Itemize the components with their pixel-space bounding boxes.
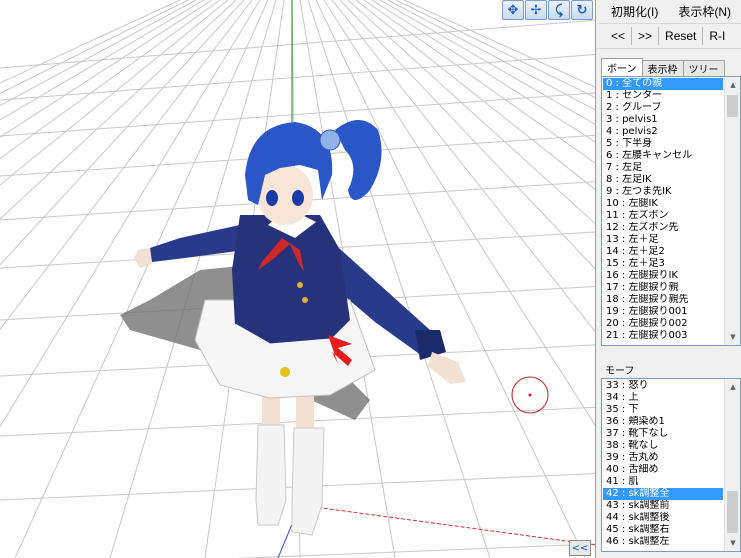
right-hand — [428, 352, 466, 384]
tab-display-frame[interactable]: 表示枠 — [641, 60, 684, 76]
bone-list-item[interactable]: 13 : 左＋足 — [603, 234, 723, 246]
frame-nav-bar: << >> Reset R-I — [597, 23, 741, 49]
left-boot — [255, 424, 287, 526]
right-boot — [291, 427, 325, 536]
scroll-thumb[interactable] — [727, 491, 738, 533]
bone-list-item[interactable]: 12 : 左ズボン先 — [603, 222, 723, 234]
bone-list-scrollbar[interactable]: ▲ ▼ — [724, 77, 740, 345]
tab-bone[interactable]: ボーン — [601, 58, 643, 76]
skirt-emblem — [280, 367, 290, 377]
move-xyz-icon[interactable]: ✥ — [502, 0, 524, 20]
coat-button — [302, 297, 308, 303]
grid-line — [235, 543, 595, 558]
bone-list-item[interactable]: 3 : pelvis1 — [603, 114, 723, 126]
left-eye — [266, 190, 278, 206]
scroll-up-icon[interactable]: ▲ — [725, 379, 740, 395]
menu-initialize[interactable]: 初期化(I) — [611, 3, 658, 20]
morph-list-item[interactable]: 40 : 舌細め — [603, 464, 723, 476]
morph-list-item[interactable]: 42 : sk調整全 — [603, 488, 723, 500]
morph-list-item[interactable]: 46 : sk調整左 — [603, 536, 723, 548]
scroll-down-icon[interactable]: ▼ — [725, 329, 740, 345]
bone-list-item[interactable]: 4 : pelvis2 — [603, 126, 723, 138]
scroll-down-icon[interactable]: ▼ — [725, 535, 740, 551]
bone-list-item[interactable]: 0 : 全ての親 — [603, 78, 723, 90]
bone-list-item[interactable]: 14 : 左＋足2 — [603, 246, 723, 258]
morph-list-item[interactable]: 41 : 肌 — [603, 476, 723, 488]
scroll-up-icon[interactable]: ▲ — [725, 77, 740, 93]
morph-list-item[interactable]: 44 : sk調整後 — [603, 512, 723, 524]
morph-list-item[interactable]: 36 : 頬染め1 — [603, 416, 723, 428]
bone-list-item[interactable]: 8 : 左足IK — [603, 174, 723, 186]
morph-list-item[interactable]: 33 : 怒り — [603, 380, 723, 392]
reset-button[interactable]: Reset — [659, 27, 704, 45]
grid-line — [339, 0, 595, 270]
r-button[interactable]: R-I — [703, 27, 731, 45]
bone-list-item[interactable]: 20 : 左腿捩り002 — [603, 318, 723, 330]
rotate-local-icon[interactable]: ⤹ — [548, 0, 570, 20]
bone-list-item[interactable]: 10 : 左腿IK — [603, 198, 723, 210]
morph-list-item[interactable]: 38 : 靴なし — [603, 440, 723, 452]
coat-button — [297, 282, 303, 288]
bone-list-item[interactable]: 9 : 左つま先IK — [603, 186, 723, 198]
morph-list-item[interactable]: 43 : sk調整前 — [603, 500, 723, 512]
side-panel: 初期化(I) 表示枠(N) << >> Reset R-I ボーン 表示枠 ツリ… — [597, 0, 741, 558]
bone-tabs: ボーン 表示枠 ツリー — [601, 58, 725, 76]
tab-tree[interactable]: ツリー — [682, 60, 725, 76]
morph-list-item[interactable]: 45 : sk調整右 — [603, 524, 723, 536]
bone-list-item[interactable]: 5 : 下半身 — [603, 138, 723, 150]
left-hand — [134, 248, 152, 268]
grid-line — [0, 0, 213, 138]
bone-list-item[interactable]: 11 : 左ズボン — [603, 210, 723, 222]
hair-scrunchie — [319, 129, 341, 151]
grid-line — [395, 0, 595, 99]
bone-list-item[interactable]: 6 : 左腰キャンセル — [603, 150, 723, 162]
bone-list-item[interactable]: 17 : 左腿捩り親 — [603, 282, 723, 294]
grid-line — [347, 0, 595, 225]
3d-viewport[interactable]: ✥ ✢ ⤹ ↻ << — [0, 0, 596, 558]
grid-line — [0, 0, 205, 121]
grid-line — [355, 0, 595, 191]
right-eye — [292, 190, 304, 206]
rotate-view-icon[interactable]: ↻ — [571, 0, 593, 20]
x-axis-line — [299, 504, 595, 546]
grid-line — [379, 0, 595, 125]
viewport-toolbar: ✥ ✢ ⤹ ↻ — [502, 0, 593, 20]
bone-list-item[interactable]: 15 : 左＋足3 — [603, 258, 723, 270]
menu-display-frame[interactable]: 表示枠(N) — [678, 3, 731, 20]
morph-list[interactable]: 33 : 怒り 34 : 上 35 : 下 36 : 頬染め1 37 : 靴下なし 38 … — [601, 378, 741, 552]
grid-line — [371, 0, 595, 143]
bone-list-item[interactable]: 19 : 左腿捩り001 — [603, 306, 723, 318]
scroll-thumb[interactable] — [727, 95, 738, 117]
right-cuff — [415, 330, 446, 360]
collapse-panel-button[interactable]: << — [569, 540, 591, 556]
hair-ponytail — [335, 120, 382, 200]
bone-list-item[interactable]: 2 : グルーブ — [603, 102, 723, 114]
scene-canvas[interactable] — [0, 0, 596, 558]
morph-list-scrollbar[interactable]: ▲ ▼ — [724, 379, 740, 551]
morph-label: モーフ — [605, 366, 635, 377]
bone-list-item[interactable]: 7 : 左足 — [603, 162, 723, 174]
bone-list-item[interactable]: 21 : 左腿捩り003 — [603, 330, 723, 342]
grid-line — [0, 0, 189, 94]
morph-list-item[interactable]: 39 : 舌丸め — [603, 452, 723, 464]
prev-frame-button[interactable]: << — [597, 27, 633, 45]
menu-bar: 初期化(I) 表示枠(N) — [597, 0, 741, 23]
bone-list-item[interactable]: 16 : 左腿捩りIK — [603, 270, 723, 282]
morph-list-item[interactable]: 35 : 下 — [603, 404, 723, 416]
bone-list-item[interactable]: 18 : 左腿捩り親先 — [603, 294, 723, 306]
target-marker-center — [528, 393, 532, 397]
morph-list-item[interactable]: 37 : 靴下なし — [603, 428, 723, 440]
bone-list-item[interactable]: 1 : センター — [603, 90, 723, 102]
bone-list[interactable]: 0 : 全ての親 1 : センター 2 : グルーブ 3 : pelvis1 4 : p… — [601, 76, 741, 346]
next-frame-button[interactable]: >> — [632, 27, 660, 45]
morph-list-item[interactable]: 34 : 上 — [603, 392, 723, 404]
move-xy-icon[interactable]: ✢ — [525, 0, 547, 20]
